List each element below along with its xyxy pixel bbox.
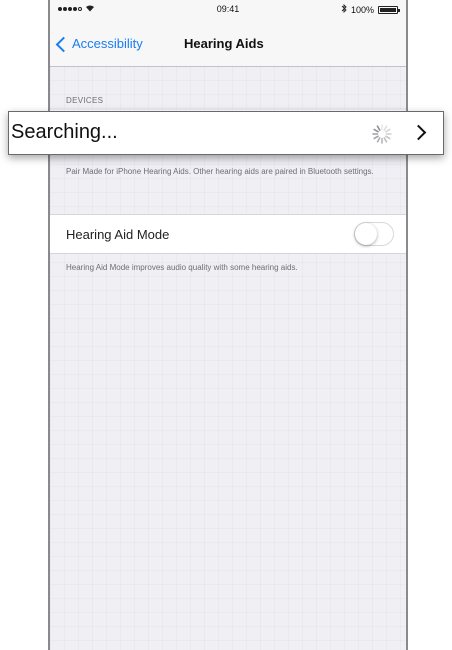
searching-label: Searching...: [11, 121, 118, 143]
searching-devices-row[interactable]: Searching...: [8, 111, 444, 155]
back-button-label: Accessibility: [72, 36, 143, 51]
page: 09:41 100% Accessibility Hearing Aids DE…: [0, 0, 452, 650]
battery-percentage: 100%: [350, 4, 374, 15]
hearing-aid-mode-toggle[interactable]: [354, 222, 394, 246]
hearing-aid-mode-footer-text: Hearing Aid Mode improves audio quality …: [66, 263, 298, 272]
chevron-right-icon: [410, 124, 427, 141]
battery-area: 100%: [341, 3, 400, 15]
devices-section-header: DEVICES: [66, 96, 104, 105]
activity-spinner-icon: [372, 124, 392, 144]
battery-icon: [378, 5, 400, 14]
hearing-aid-mode-row: Hearing Aid Mode: [50, 214, 406, 254]
devices-footer-text: Pair Made for iPhone Hearing Aids. Other…: [66, 167, 374, 176]
back-button[interactable]: Accessibility: [55, 36, 143, 52]
phone-screen: 09:41 100% Accessibility Hearing Aids DE…: [48, 0, 408, 650]
hearing-aid-mode-label: Hearing Aid Mode: [66, 227, 170, 242]
page-title: Hearing Aids: [184, 36, 264, 51]
navigation-bar: Accessibility Hearing Aids: [50, 20, 406, 67]
status-bar: 09:41 100%: [50, 0, 406, 20]
chevron-left-icon: [55, 36, 72, 52]
bluetooth-icon: [341, 3, 347, 15]
toggle-knob: [355, 223, 377, 245]
